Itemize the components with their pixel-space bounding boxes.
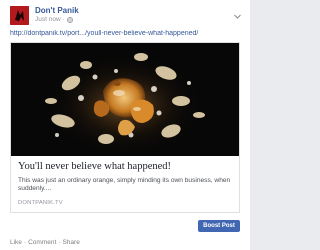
link-preview-image[interactable] bbox=[11, 43, 239, 156]
post-timestamp[interactable]: Just now bbox=[35, 16, 61, 23]
post-meta: Just now · bbox=[35, 16, 73, 23]
share-link[interactable]: Share bbox=[62, 239, 79, 246]
link-preview-domain: DONTPANIK.TV bbox=[18, 200, 63, 206]
link-preview-description: This was just an ordinary orange, simply… bbox=[18, 177, 231, 192]
globe-icon bbox=[66, 16, 73, 23]
post-options-chevron-icon[interactable] bbox=[233, 8, 242, 19]
link-preview-title[interactable]: You'll never believe what happened! bbox=[18, 161, 171, 172]
page-avatar[interactable] bbox=[10, 6, 29, 25]
separator: · bbox=[58, 239, 61, 246]
link-preview-card[interactable]: You'll never believe what happened! This… bbox=[10, 42, 240, 213]
separator: · bbox=[23, 239, 27, 246]
facebook-post: Don't Panik Just now · http://dontpanik.… bbox=[0, 0, 250, 250]
like-link[interactable]: Like bbox=[10, 239, 22, 246]
post-actions: Like · Comment · Share bbox=[10, 239, 80, 246]
page-name-link[interactable]: Don't Panik bbox=[35, 6, 79, 15]
post-link-text[interactable]: http://dontpanik.tv/port.../youll-never-… bbox=[10, 30, 242, 37]
boost-post-button[interactable]: Boost Post bbox=[198, 220, 240, 232]
comment-link[interactable]: Comment bbox=[28, 239, 56, 246]
